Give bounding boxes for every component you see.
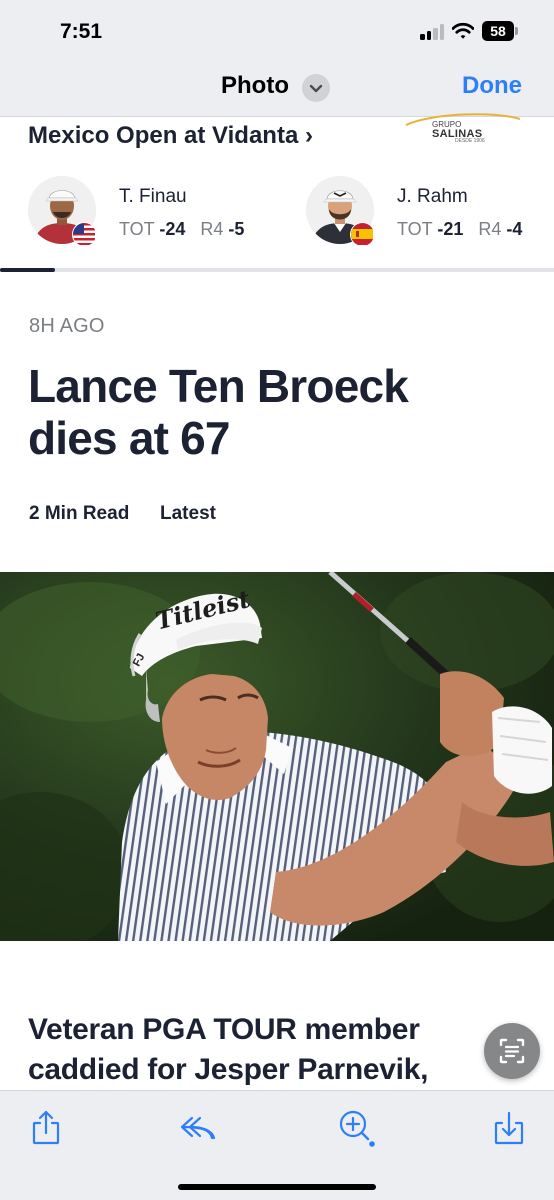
- sponsor-logo: GRUPO SALINAS DESDE 1906: [402, 113, 524, 147]
- category-tag[interactable]: Latest: [160, 503, 216, 525]
- headline-line-2: dies at 67: [28, 412, 230, 464]
- leaderboard-player-rahm[interactable]: J. Rahm TOT -21 R4 -4: [306, 176, 554, 247]
- spain-flag-icon: [350, 222, 375, 247]
- usa-flag-icon: [72, 222, 97, 247]
- article-subheadline: Veteran PGA TOUR member caddied for Jesp…: [28, 1010, 528, 1090]
- wifi-icon: [451, 22, 475, 40]
- battery-level: 58: [490, 23, 506, 39]
- round-score: -4: [506, 219, 523, 239]
- leaderboard-scroll-track: [0, 268, 554, 272]
- round-label: R4: [478, 219, 502, 239]
- round-label: R4: [200, 219, 224, 239]
- chevron-down-icon[interactable]: [302, 74, 330, 102]
- done-button[interactable]: Done: [462, 72, 522, 100]
- tournament-title-link[interactable]: Mexico Open at Vidanta ›: [28, 122, 313, 150]
- home-indicator[interactable]: [178, 1184, 376, 1190]
- reply-markup-button[interactable]: [178, 1108, 218, 1148]
- subhead-line-2: caddied for Jesper Parnevik,: [28, 1053, 429, 1086]
- subhead-line-1: Veteran PGA TOUR member: [28, 1013, 420, 1046]
- status-time: 7:51: [60, 20, 103, 43]
- share-icon: [32, 1110, 60, 1145]
- article-headline: Lance Ten Broeck dies at 67: [28, 360, 528, 464]
- total-label: TOT: [397, 219, 433, 239]
- battery-icon: 58: [482, 21, 518, 41]
- player-score: TOT -24 R4 -5: [119, 219, 244, 240]
- player-name: J. Rahm: [397, 186, 468, 207]
- total-score: -21: [437, 219, 464, 239]
- sponsor-line3: DESDE 1906: [455, 138, 485, 144]
- live-text-icon: [499, 1038, 525, 1064]
- status-bar: 7:51 58: [0, 0, 554, 60]
- article-timestamp: 8H AGO: [29, 315, 105, 337]
- zoom-icon: [339, 1110, 375, 1147]
- save-button[interactable]: [489, 1108, 529, 1148]
- headline-line-1: Lance Ten Broeck: [28, 360, 409, 412]
- live-text-button[interactable]: [484, 1023, 540, 1079]
- hero-photo: Titleist FJ: [0, 572, 554, 941]
- signal-icon: [420, 24, 446, 40]
- nav-title: Photo: [221, 72, 289, 99]
- player-name: T. Finau: [119, 186, 187, 207]
- player-score: TOT -21 R4 -4: [397, 219, 522, 240]
- save-icon: [494, 1111, 524, 1145]
- total-score: -24: [159, 219, 186, 239]
- read-time: 2 Min Read: [29, 503, 130, 524]
- leaderboard-player-finau[interactable]: T. Finau TOT -24 R4 -5: [28, 176, 278, 247]
- markup-icon: [180, 1116, 216, 1140]
- round-score: -5: [228, 219, 245, 239]
- total-label: TOT: [119, 219, 155, 239]
- zoom-button[interactable]: [336, 1108, 376, 1148]
- leaderboard-scroll-thumb[interactable]: [0, 268, 55, 272]
- share-button[interactable]: [26, 1108, 66, 1148]
